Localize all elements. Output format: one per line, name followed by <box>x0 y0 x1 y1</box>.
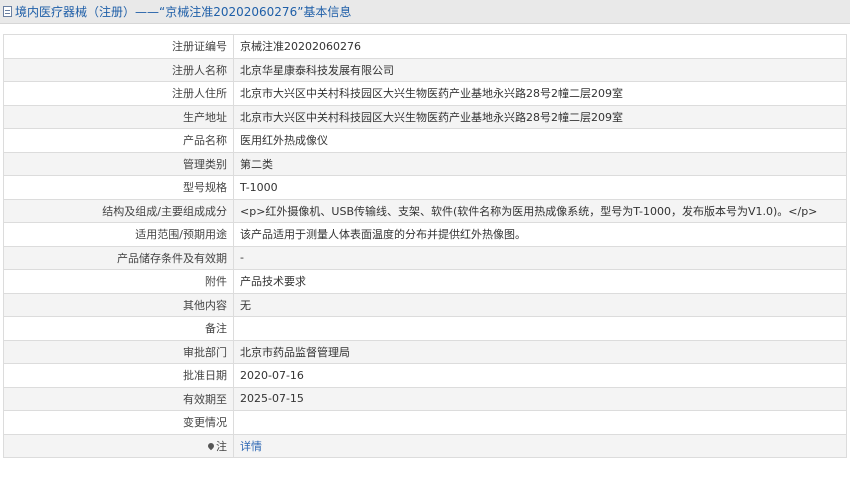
table-row: 产品名称 医用红外热成像仪 <box>3 128 847 153</box>
note-label: 注 <box>216 439 227 453</box>
field-label: 管理类别 <box>3 151 234 176</box>
table-row: 型号规格 T-1000 <box>3 175 847 200</box>
field-value: T-1000 <box>233 175 847 200</box>
table-row: 注册人住所 北京市大兴区中关村科技园区大兴生物医药产业基地永兴路28号2幢二层2… <box>3 81 847 106</box>
table-row: 变更情况 <box>3 410 847 435</box>
field-value: 第二类 <box>233 151 847 176</box>
field-value: 该产品适用于测量人体表面温度的分布并提供红外热像图。 <box>233 222 847 247</box>
field-value <box>233 316 847 341</box>
info-table: 注册证编号 京械注准20202060276 注册人名称 北京华星康泰科技发展有限… <box>3 34 847 458</box>
field-value: 2020-07-16 <box>233 363 847 388</box>
field-label: 注册人名称 <box>3 57 234 82</box>
table-row: 批准日期 2020-07-16 <box>3 363 847 388</box>
table-row: 备注 <box>3 316 847 341</box>
note-value-cell: 详情 <box>233 433 847 458</box>
document-icon <box>3 6 12 17</box>
field-label: 附件 <box>3 269 234 294</box>
table-row: 附件 产品技术要求 <box>3 269 847 294</box>
title-bar: 境内医疗器械（注册）——“京械注准20202060276”基本信息 <box>0 0 850 24</box>
field-label: 有效期至 <box>3 386 234 411</box>
field-value: 京械注准20202060276 <box>233 34 847 59</box>
field-label: 批准日期 <box>3 363 234 388</box>
field-label: 变更情况 <box>3 410 234 435</box>
field-label: 注册人住所 <box>3 81 234 106</box>
table-row: 生产地址 北京市大兴区中关村科技园区大兴生物医药产业基地永兴路28号2幢二层20… <box>3 104 847 129</box>
field-value: 北京市大兴区中关村科技园区大兴生物医药产业基地永兴路28号2幢二层209室 <box>233 81 847 106</box>
field-value <box>233 410 847 435</box>
table-row: 注册人名称 北京华星康泰科技发展有限公司 <box>3 57 847 82</box>
note-label-cell: 注 <box>3 433 234 458</box>
details-link[interactable]: 详情 <box>240 440 262 453</box>
field-value: 北京市大兴区中关村科技园区大兴生物医药产业基地永兴路28号2幢二层209室 <box>233 104 847 129</box>
field-label: 生产地址 <box>3 104 234 129</box>
table-row: 产品储存条件及有效期 - <box>3 245 847 270</box>
table-row: 结构及组成/主要组成成分 <p>红外摄像机、USB传输线、支架、软件(软件名称为… <box>3 198 847 223</box>
field-value: 医用红外热成像仪 <box>233 128 847 153</box>
field-label: 产品储存条件及有效期 <box>3 245 234 270</box>
field-label: 注册证编号 <box>3 34 234 59</box>
field-value: 2025-07-15 <box>233 386 847 411</box>
field-label: 其他内容 <box>3 292 234 317</box>
page-title: 境内医疗器械（注册）——“京械注准20202060276”基本信息 <box>15 5 352 19</box>
table-row: 注册证编号 京械注准20202060276 <box>3 34 847 59</box>
table-row: 审批部门 北京市药品监督管理局 <box>3 339 847 364</box>
field-label: 适用范围/预期用途 <box>3 222 234 247</box>
field-label: 审批部门 <box>3 339 234 364</box>
note-row: 注 详情 <box>3 433 847 458</box>
table-row: 适用范围/预期用途 该产品适用于测量人体表面温度的分布并提供红外热像图。 <box>3 222 847 247</box>
field-label: 备注 <box>3 316 234 341</box>
field-label: 结构及组成/主要组成成分 <box>3 198 234 223</box>
field-value: 北京华星康泰科技发展有限公司 <box>233 57 847 82</box>
table-row: 管理类别 第二类 <box>3 151 847 176</box>
field-value: <p>红外摄像机、USB传输线、支架、软件(软件名称为医用热成像系统，型号为T-… <box>233 198 847 223</box>
field-label: 型号规格 <box>3 175 234 200</box>
field-value: - <box>233 245 847 270</box>
map-pin-icon <box>206 441 216 450</box>
field-value: 北京市药品监督管理局 <box>233 339 847 364</box>
info-table-body: 注册证编号 京械注准20202060276 注册人名称 北京华星康泰科技发展有限… <box>3 34 847 458</box>
table-row: 其他内容 无 <box>3 292 847 317</box>
field-value: 产品技术要求 <box>233 269 847 294</box>
field-value: 无 <box>233 292 847 317</box>
page: 境内医疗器械（注册）——“京械注准20202060276”基本信息 注册证编号 … <box>0 0 850 480</box>
field-label: 产品名称 <box>3 128 234 153</box>
table-row: 有效期至 2025-07-15 <box>3 386 847 411</box>
